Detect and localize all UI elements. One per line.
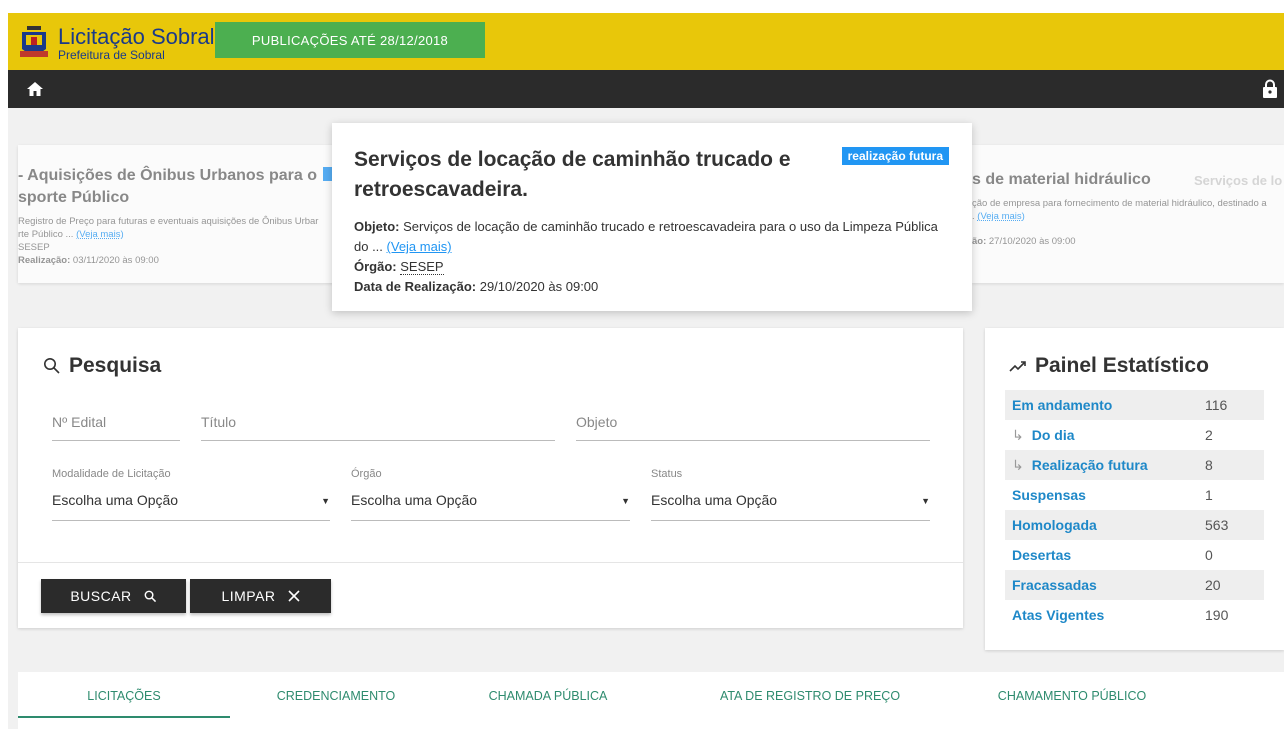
- card-title-cont: sporte Público: [18, 189, 130, 206]
- search-panel: Pesquisa Nº Edital Título Objeto Modalid…: [18, 328, 963, 628]
- card-objeto-cont: rte Público ... (Veja mais): [18, 229, 124, 240]
- app-subtitle: Prefeitura de Sobral: [58, 48, 165, 62]
- tab-ata-registro-preco[interactable]: ATA DE REGISTRO DE PREÇO: [654, 689, 966, 703]
- card-objeto: ção de empresa para fornecimento de mate…: [972, 198, 1267, 209]
- card-data-realizacao: Data de Realização: 29/10/2020 às 09:00: [354, 279, 599, 294]
- status-badge: realização futura: [841, 147, 949, 165]
- category-tabs: LICITAÇÕES CREDENCIAMENTO CHAMADA PÚBLIC…: [18, 672, 1284, 729]
- carousel-card-prev[interactable]: - Aquisições de Ônibus Urbanos para o sp…: [18, 145, 334, 283]
- objeto-input[interactable]: Objeto: [576, 414, 930, 441]
- nav-bar: [8, 70, 1284, 108]
- search-title: Pesquisa: [43, 354, 161, 378]
- status-label: Status: [651, 468, 683, 480]
- stats-title: Painel Estatístico: [1009, 354, 1209, 378]
- stat-row-desertas[interactable]: Desertas 0: [1005, 540, 1264, 570]
- sub-item-arrow-icon: ↳: [1012, 426, 1024, 443]
- dropdown-caret-icon: ▼: [621, 496, 630, 506]
- tab-licitacoes[interactable]: LICITAÇÕES: [18, 689, 230, 703]
- card-orgao: Órgão: SESEP: [354, 259, 444, 275]
- stat-row-fracassadas[interactable]: Fracassadas 20: [1005, 570, 1264, 600]
- carousel-card-active[interactable]: Serviços de locação de caminhão trucado …: [332, 123, 972, 311]
- publications-button[interactable]: PUBLICAÇÕES ATÉ 28/12/2018: [215, 22, 485, 58]
- card-objeto: Registro de Preço para futuras e eventua…: [18, 216, 319, 227]
- stat-row-atas-vigentes[interactable]: Atas Vigentes 190: [1005, 600, 1264, 630]
- stat-row-suspensas[interactable]: Suspensas 1: [1005, 480, 1264, 510]
- home-icon[interactable]: [26, 80, 44, 98]
- far-card-title: Serviços de lo: [1194, 173, 1283, 188]
- trending-up-icon: [1009, 361, 1026, 372]
- sub-item-arrow-icon: ↳: [1012, 456, 1024, 473]
- active-tab-indicator: [18, 716, 230, 718]
- status-select[interactable]: Escolha uma Opção ▼: [651, 492, 930, 521]
- see-more-link[interactable]: (Veja mais): [387, 239, 452, 254]
- card-objeto: Objeto: Serviços de locação de caminhão …: [354, 219, 938, 254]
- search-icon: [44, 358, 60, 374]
- card-objeto-cont: . (Veja mais): [972, 211, 1025, 222]
- card-title: Serviços de locação de caminhão trucado …: [354, 148, 791, 201]
- see-more-link[interactable]: (Veja mais): [977, 211, 1025, 222]
- close-icon: [287, 590, 300, 602]
- stat-row-realizacao-futura[interactable]: ↳ Realização futura 8: [1005, 450, 1264, 480]
- card-realizacao: Realização: 03/11/2020 às 09:00: [18, 255, 159, 266]
- titulo-input[interactable]: Título: [201, 414, 555, 441]
- card-body: Objeto: Serviços de locação de caminhão …: [354, 217, 950, 297]
- modalidade-label: Modalidade de Licitação: [52, 468, 171, 480]
- orgao-select[interactable]: Escolha uma Opção ▼: [351, 492, 630, 521]
- tab-chamamento-publico[interactable]: CHAMAMENTO PÚBLICO: [966, 689, 1178, 703]
- card-realizacao: ão: 27/10/2020 às 09:00: [972, 236, 1076, 247]
- sobral-crest-icon[interactable]: [18, 25, 50, 61]
- edital-input[interactable]: Nº Edital: [52, 414, 180, 441]
- dropdown-caret-icon: ▼: [921, 496, 930, 506]
- dropdown-caret-icon: ▼: [321, 496, 330, 506]
- buscar-button[interactable]: BUSCAR: [41, 579, 186, 613]
- see-more-link[interactable]: (Veja mais): [76, 229, 124, 240]
- search-icon: [144, 590, 156, 602]
- limpar-button[interactable]: LIMPAR: [190, 579, 331, 613]
- stats-table: Em andamento 116 ↳ Do dia 2 ↳ Realização fut…: [1005, 390, 1264, 630]
- app-title[interactable]: Licitação Sobral: [58, 24, 215, 50]
- panel-divider: [18, 562, 963, 563]
- stat-row-homologada[interactable]: Homologada 563: [1005, 510, 1264, 540]
- tab-credenciamento[interactable]: CREDENCIAMENTO: [230, 689, 442, 703]
- card-orgao: SESEP: [18, 242, 50, 253]
- stat-row-em-andamento[interactable]: Em andamento 116: [1005, 390, 1264, 420]
- tab-chamada-publica[interactable]: CHAMADA PÚBLICA: [442, 689, 654, 703]
- lock-icon[interactable]: [1262, 79, 1278, 99]
- stats-panel: Painel Estatístico Em andamento 116 ↳ Do d…: [985, 328, 1284, 650]
- orgao-label: Órgão: [351, 468, 382, 480]
- carousel-card-next[interactable]: s de material hidráulico ção de empresa …: [972, 145, 1284, 283]
- card-title: - Aquisições de Ônibus Urbanos para o: [18, 167, 318, 184]
- modalidade-select[interactable]: Escolha uma Opção ▼: [52, 492, 330, 521]
- stat-row-do-dia[interactable]: ↳ Do dia 2: [1005, 420, 1264, 450]
